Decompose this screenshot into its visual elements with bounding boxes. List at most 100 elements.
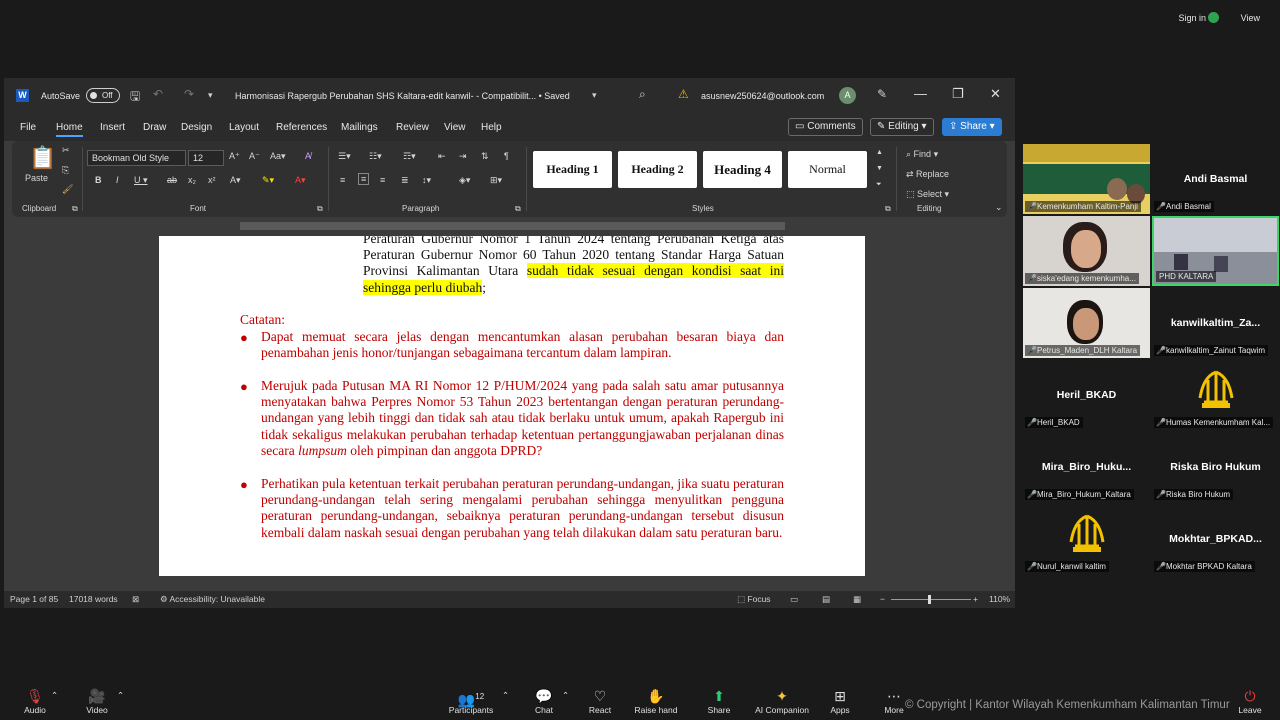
participant-tile[interactable]: 🎤 Humas Kemenkumham Kal... bbox=[1152, 360, 1279, 430]
view-button[interactable]: View bbox=[1241, 13, 1260, 23]
style-heading-4[interactable]: Heading 4 bbox=[703, 151, 782, 188]
video-options-chevron-icon[interactable]: ⌃ bbox=[117, 690, 124, 701]
copy-icon[interactable]: ⎘ bbox=[62, 165, 69, 176]
highlight-icon[interactable]: ✎▾ bbox=[262, 175, 274, 186]
styles-scroll-down-icon[interactable]: ▼ bbox=[876, 165, 883, 172]
style-normal[interactable]: Normal bbox=[788, 151, 867, 188]
word-count[interactable]: 17018 words bbox=[69, 594, 118, 604]
participant-tile[interactable]: 🎤 Kemenkumham Kaltim-Panji bbox=[1023, 144, 1150, 214]
autosave-toggle[interactable]: Off bbox=[86, 88, 120, 103]
participant-tile[interactable]: Mira_Biro_Huku... 🎤 Mira_Biro_Hukum_Kalt… bbox=[1023, 432, 1150, 502]
pen-icon[interactable]: ✎ bbox=[877, 87, 887, 101]
document-page[interactable]: Peraturan Gubernur Nomor 1 Tahun 2024 te… bbox=[159, 236, 865, 576]
clear-format-icon[interactable]: A̸ bbox=[305, 151, 311, 161]
zoom-out-icon[interactable]: − bbox=[880, 594, 885, 604]
participants-chevron-icon[interactable]: ⌃ bbox=[502, 690, 509, 701]
ai-companion-button[interactable]: ✦ AI Companion bbox=[754, 688, 810, 715]
accessibility-status[interactable]: ⚙ Accessibility: Unavailable bbox=[160, 594, 265, 605]
styles-more-icon[interactable]: ⏷ bbox=[876, 181, 882, 189]
grow-font-icon[interactable]: A⁺ bbox=[229, 151, 240, 162]
clipboard-launcher-icon[interactable]: ⧉ bbox=[72, 204, 78, 214]
font-color-icon[interactable]: A▾ bbox=[295, 175, 306, 186]
print-layout-icon[interactable]: ▤ bbox=[822, 594, 830, 605]
read-mode-icon[interactable]: ▭ bbox=[790, 594, 798, 605]
tab-help[interactable]: Help bbox=[481, 122, 502, 133]
multilevel-list-icon[interactable]: ☶▾ bbox=[403, 151, 416, 162]
increase-indent-icon[interactable]: ⇥ bbox=[459, 151, 467, 162]
collapse-ribbon-icon[interactable]: ⌄ bbox=[995, 202, 1003, 213]
tab-references[interactable]: References bbox=[276, 122, 327, 133]
warning-icon[interactable]: ⚠ bbox=[678, 87, 689, 101]
borders-icon[interactable]: ⊞▾ bbox=[490, 175, 502, 186]
font-name-select[interactable]: Bookman Old Style bbox=[87, 150, 186, 166]
paste-button[interactable]: Paste bbox=[25, 173, 48, 183]
participant-tile[interactable]: Heril_BKAD 🎤 Heril_BKAD bbox=[1023, 360, 1150, 430]
find-button[interactable]: ⌕ Find ▾ bbox=[906, 149, 938, 160]
horizontal-ruler[interactable] bbox=[4, 220, 1015, 232]
participant-tile[interactable]: 🎤 Petrus_Maden_DLH Kaltara bbox=[1023, 288, 1150, 358]
paste-icon[interactable]: 📋 bbox=[29, 145, 56, 171]
justify-icon[interactable]: ≣ bbox=[401, 175, 409, 186]
audio-button[interactable]: 🎙 Audio bbox=[20, 688, 50, 715]
select-button[interactable]: ⬚ Select ▾ bbox=[906, 189, 949, 200]
share-screen-button[interactable]: ⬆ Share bbox=[704, 688, 734, 715]
save-icon[interactable]: 🖫 bbox=[130, 87, 140, 108]
tab-draw[interactable]: Draw bbox=[143, 122, 166, 133]
style-heading-2[interactable]: Heading 2 bbox=[618, 151, 697, 188]
tab-mailings[interactable]: Mailings bbox=[341, 122, 378, 133]
react-button[interactable]: ♡ React bbox=[585, 688, 615, 715]
title-chevron-down-icon[interactable]: ▾ bbox=[592, 90, 597, 101]
participant-tile[interactable]: Andi Basmal 🎤 Andi Basmal bbox=[1152, 144, 1279, 214]
bullets-icon[interactable]: ☰▾ bbox=[338, 151, 351, 162]
sort-icon[interactable]: ⇅ bbox=[481, 151, 489, 162]
tab-view[interactable]: View bbox=[444, 122, 466, 133]
decrease-indent-icon[interactable]: ⇤ bbox=[438, 151, 446, 162]
web-layout-icon[interactable]: ▦ bbox=[853, 594, 861, 605]
apps-button[interactable]: ⊞ Apps bbox=[826, 688, 854, 715]
strikethrough-icon[interactable]: ab bbox=[167, 175, 177, 185]
line-spacing-icon[interactable]: ↕▾ bbox=[422, 175, 431, 186]
participant-tile[interactable]: 🎤 Nurul_kanwil kaltim bbox=[1023, 504, 1150, 574]
zoom-slider[interactable] bbox=[891, 599, 971, 600]
tab-layout[interactable]: Layout bbox=[229, 122, 259, 133]
sign-in-link[interactable]: Sign in bbox=[1178, 13, 1206, 23]
font-size-select[interactable]: 12 bbox=[188, 150, 224, 166]
account-email[interactable]: asusnew250624@outlook.com bbox=[701, 91, 824, 101]
proofing-icon[interactable]: ⊠ bbox=[132, 594, 139, 605]
font-launcher-icon[interactable]: ⧉ bbox=[317, 204, 323, 214]
document-title[interactable]: Harmonisasi Rapergub Perubahan SHS Kalta… bbox=[235, 91, 570, 101]
tab-design[interactable]: Design bbox=[181, 122, 212, 133]
zoom-level[interactable]: 110% bbox=[989, 594, 1010, 604]
undo-icon[interactable]: ↶ bbox=[153, 87, 163, 101]
replace-button[interactable]: ⇄ Replace bbox=[906, 169, 949, 180]
comments-button[interactable]: ▭ Comments bbox=[788, 118, 863, 136]
numbering-icon[interactable]: ☷▾ bbox=[369, 151, 382, 162]
participant-tile[interactable]: kanwilkaltim_Za... 🎤 kanwilkaltim_Zainut… bbox=[1152, 288, 1279, 358]
paragraph-launcher-icon[interactable]: ⧉ bbox=[515, 204, 521, 214]
chat-button[interactable]: 💬 Chat bbox=[530, 688, 558, 715]
tab-file[interactable]: File bbox=[20, 122, 36, 133]
show-marks-icon[interactable]: ¶ bbox=[504, 151, 509, 161]
style-heading-1[interactable]: Heading 1 bbox=[533, 151, 612, 188]
raise-hand-button[interactable]: ✋ Raise hand bbox=[634, 688, 678, 715]
format-painter-icon[interactable]: 🖌 bbox=[62, 184, 73, 195]
superscript-icon[interactable]: x² bbox=[208, 175, 216, 185]
tab-home[interactable]: Home bbox=[56, 122, 83, 137]
share-button[interactable]: ⇪ Share ▾ bbox=[942, 118, 1002, 136]
align-left-icon[interactable]: ≡ bbox=[340, 175, 345, 185]
security-shield-icon[interactable] bbox=[1208, 12, 1219, 23]
leave-button[interactable]: ⏻ Leave bbox=[1236, 688, 1264, 715]
close-icon[interactable]: ✕ bbox=[990, 86, 1001, 102]
align-right-icon[interactable]: ≡ bbox=[380, 175, 385, 185]
styles-scroll-up-icon[interactable]: ▲ bbox=[876, 149, 883, 156]
align-center-icon[interactable]: ≡ bbox=[358, 173, 370, 185]
styles-launcher-icon[interactable]: ⧉ bbox=[885, 204, 891, 214]
participant-tile[interactable]: Mokhtar_BPKAD... 🎤 Mokhtar BPKAD Kaltara bbox=[1152, 504, 1279, 574]
shrink-font-icon[interactable]: A⁻ bbox=[249, 151, 260, 162]
page-count[interactable]: Page 1 of 85 bbox=[10, 594, 58, 604]
participants-button[interactable]: 👥12 Participants bbox=[448, 688, 494, 715]
change-case-icon[interactable]: Aa▾ bbox=[270, 151, 286, 162]
shading-icon[interactable]: ◈▾ bbox=[459, 175, 470, 186]
audio-options-chevron-icon[interactable]: ⌃ bbox=[51, 690, 58, 701]
italic-icon[interactable]: I bbox=[116, 175, 119, 185]
